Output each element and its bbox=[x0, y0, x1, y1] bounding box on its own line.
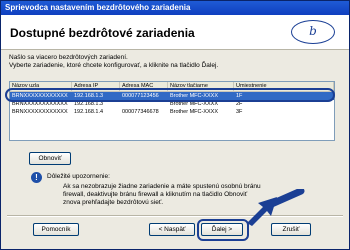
brother-logo-icon: b bbox=[291, 20, 335, 44]
wizard-header: Dostupné bezdrôtové zariadenia b bbox=[1, 15, 349, 50]
note-line-1: Ak sa nezobrazuje žiadne zariadenie a má… bbox=[63, 183, 261, 190]
note-line-3: znova prehľadajte bezdrôtovú sieť. bbox=[63, 199, 164, 206]
refresh-button[interactable]: Obnoviť bbox=[29, 152, 71, 165]
next-button-highlight bbox=[197, 219, 249, 241]
info-icon: ! bbox=[31, 172, 42, 183]
cell-ip-address: 192.168.1.4 bbox=[74, 109, 104, 115]
setup-wizard-window: Sprievodca nastavením bezdrôtového zaria… bbox=[0, 0, 350, 250]
help-button[interactable]: Pomocník bbox=[33, 223, 79, 236]
instructions: Našlo sa viacero bezdrôtových zariadení.… bbox=[9, 54, 218, 70]
instruction-line-1: Našlo sa viacero bezdrôtových zariadení. bbox=[9, 54, 128, 61]
important-note-text: Ak sa nezobrazuje žiadne zariadenie a má… bbox=[63, 183, 261, 207]
cell-location: 3F bbox=[236, 109, 243, 115]
note-line-2: firewall, deaktivujte bránu firewall a k… bbox=[63, 191, 248, 198]
window-title: Sprievodca nastavením bezdrôtového zaria… bbox=[1, 1, 349, 15]
cell-printer-name: Brother MFC-XXXX bbox=[170, 109, 218, 115]
table-row[interactable]: BRNXXXXXXXXXXXX 192.168.1.4 000077346678… bbox=[10, 108, 334, 116]
cell-mac-address: 000077346678 bbox=[122, 109, 159, 115]
important-note-label: Dôležité upozornenie: bbox=[47, 173, 110, 180]
pointer-arrow-icon bbox=[247, 189, 305, 226]
back-button[interactable]: < Naspäť bbox=[149, 223, 195, 236]
instruction-line-2: Vyberte zariadenie, ktoré chcete konfigu… bbox=[9, 62, 219, 69]
page-title: Dostupné bezdrôtové zariadenia bbox=[10, 26, 195, 40]
cell-node-name: BRNXXXXXXXXXXXX bbox=[12, 109, 68, 115]
selection-highlight bbox=[5, 88, 335, 102]
